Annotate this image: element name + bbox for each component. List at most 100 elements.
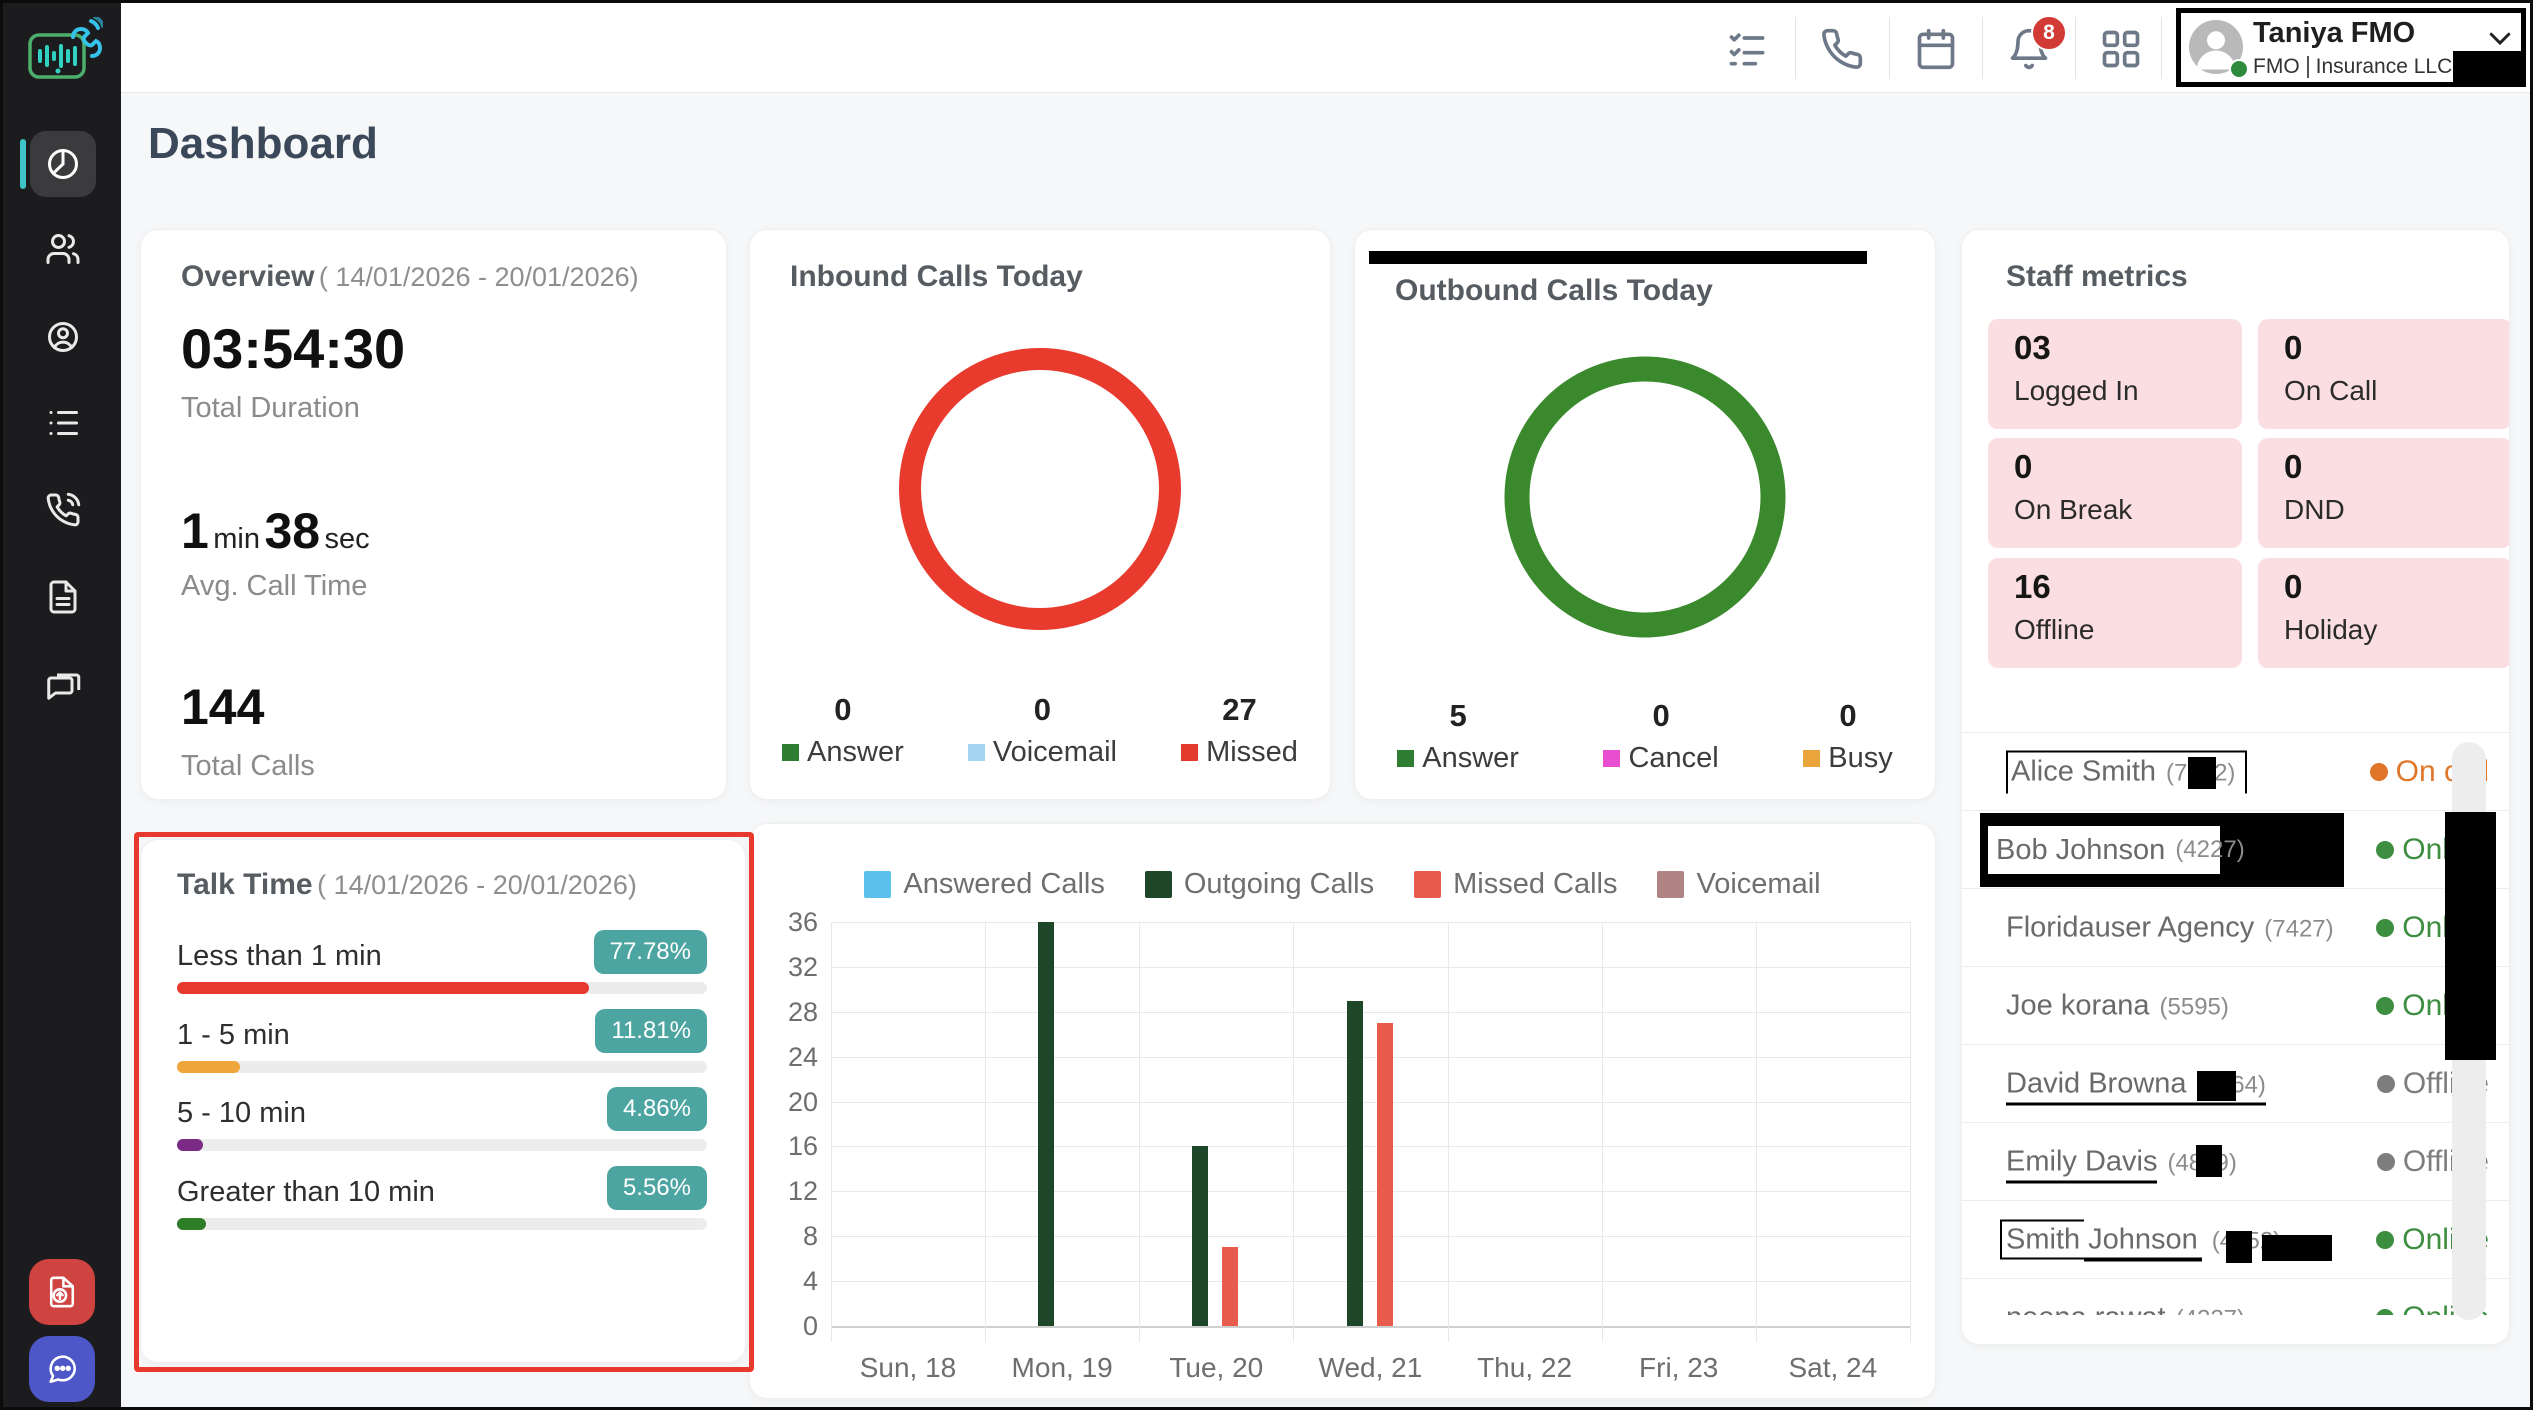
total-duration-label: Total Duration (181, 392, 360, 425)
grid-line (831, 1236, 1910, 1237)
grid-line (1910, 922, 1911, 1342)
grid-line (831, 1281, 1910, 1282)
phone-call-icon (45, 492, 81, 528)
staff-row-david[interactable]: David Browna(4064) Offline (1962, 1044, 2510, 1122)
app-window: 8 Taniya FMO FMO Insurance LLC (0, 0, 2533, 1410)
talk-time-title-row: Talk Time ( 14/01/2026 - 20/01/2026) (177, 868, 637, 902)
sidebar-item-reports[interactable] (45, 579, 81, 615)
status-dot (2376, 1231, 2394, 1249)
sidebar-item-agents[interactable] (45, 319, 81, 355)
chart-bar (1347, 1001, 1363, 1326)
metric-tile-offline: 16 Offline (1988, 558, 2242, 668)
y-axis-tick: 32 (766, 952, 818, 983)
x-axis-tick: Sat, 24 (1756, 1352, 1910, 1384)
legend-item: Missed Calls (1414, 868, 1617, 901)
calls-bar-chart-card: Answered Calls Outgoing Calls Missed Cal… (749, 823, 1936, 1399)
list-icon (45, 405, 81, 441)
progress-fill (177, 1218, 206, 1230)
header-divider (1889, 17, 1890, 79)
grid-line (1602, 922, 1603, 1342)
legend-value: 0 (968, 692, 1117, 728)
metric-tile-dnd: 0 DND (2258, 438, 2510, 548)
tasks-button[interactable] (1726, 27, 1770, 71)
status-dot (2377, 1153, 2395, 1171)
users-icon (45, 231, 81, 267)
staff-row-joe[interactable]: Joe korana(5595) Online (1962, 966, 2510, 1044)
staff-ext: (4227) (2176, 1305, 2245, 1315)
tile-value: 0 (2014, 448, 2032, 486)
progress-track (177, 1218, 707, 1230)
legend-label: Answered Calls (903, 868, 1104, 901)
outbound-donut-chart (1490, 342, 1800, 652)
metric-tile-on-call: 0 On Call (2258, 319, 2510, 429)
legend-label: Voicemail (1696, 868, 1820, 901)
staff-row-neena[interactable]: neena rawat(4227) Online (1962, 1278, 2510, 1315)
legend-value: 0 (782, 692, 904, 728)
total-calls-label: Total Calls (181, 750, 315, 783)
legend-item: 27 Missed (1181, 692, 1298, 769)
y-axis-tick: 28 (766, 997, 818, 1028)
user-profile-menu[interactable]: Taniya FMO FMO Insurance LLC (2176, 8, 2526, 87)
staff-name: Johnson (2084, 1221, 2202, 1261)
sidebar-item-calls[interactable] (45, 492, 81, 528)
grid-line (831, 922, 832, 1342)
redaction-block (2197, 1071, 2236, 1101)
chevron-down-icon[interactable] (2485, 23, 2515, 53)
grid-line (985, 922, 986, 1342)
busy-swatch (1803, 750, 1820, 767)
staff-row-floridauser[interactable]: Floridauser Agency(7427) Online (1962, 888, 2510, 966)
staff-name: David Browna (2006, 1067, 2187, 1099)
grid-line (831, 922, 1910, 923)
y-axis-tick: 36 (766, 907, 818, 938)
checklist-icon (1726, 27, 1770, 71)
overview-title-row: Overview ( 14/01/2026 - 20/01/2026) (181, 260, 639, 294)
document-icon (45, 579, 81, 615)
avg-min-unit: min (213, 523, 260, 555)
legend-label: Cancel (1628, 742, 1718, 775)
notifications-button[interactable]: 8 (2007, 27, 2051, 71)
support-chat-button[interactable] (29, 1336, 95, 1402)
grid-line (831, 1102, 1910, 1103)
phone-icon (1820, 27, 1864, 71)
apps-button[interactable] (2099, 27, 2143, 71)
staff-row-smith[interactable]: SmithJohnson(4152) Online (1962, 1200, 2510, 1278)
voicemail-swatch (1657, 871, 1684, 898)
user-circle-icon (45, 319, 81, 355)
tile-value: 0 (2284, 329, 2302, 367)
staff-name: neena rawat (2006, 1301, 2166, 1315)
status-dot (2376, 997, 2394, 1015)
legend-item: Voicemail (1657, 868, 1820, 901)
legend-value: 5 (1397, 698, 1519, 734)
tile-label: On Call (2284, 375, 2377, 407)
x-axis-tick: Mon, 19 (985, 1352, 1139, 1384)
outbound-title: Outbound Calls Today (1395, 274, 1713, 308)
talk-time-badge: 4.86% (607, 1087, 707, 1131)
grid-line (1139, 922, 1140, 1342)
sidebar-item-lists[interactable] (45, 405, 81, 441)
legend-label: Busy (1828, 742, 1892, 775)
talk-time-badge: 77.78% (594, 930, 707, 974)
page-title: Dashboard (148, 119, 378, 169)
talk-time-row: 1 - 5 min 11.81% (177, 1019, 707, 1052)
staff-name: Floridauser Agency (2006, 911, 2254, 943)
sidebar-item-chat[interactable] (45, 666, 81, 702)
legend-value: 0 (1603, 698, 1718, 734)
legend-item: 0 Busy (1803, 698, 1892, 775)
staff-row-emily[interactable]: Emily Davis(4859) Offline (1962, 1122, 2510, 1200)
dialer-button[interactable] (1820, 27, 1864, 71)
staff-name: Alice Smith (2011, 755, 2156, 787)
legend-value: 0 (1803, 698, 1892, 734)
staff-row-alice[interactable]: Alice Smith(7262) On call (1962, 732, 2510, 810)
staff-name: Smith (2000, 1219, 2084, 1259)
sidebar-item-teams[interactable] (45, 231, 81, 267)
dashboard-pie-icon[interactable] (45, 146, 81, 182)
grid-line (1448, 922, 1449, 1342)
y-axis-tick: 16 (766, 1131, 818, 1162)
chat-icon (45, 666, 81, 702)
talk-time-row: 5 - 10 min 4.86% (177, 1097, 707, 1130)
grid-line (831, 1191, 1910, 1192)
upload-report-button[interactable] (29, 1259, 95, 1325)
subtitle-divider (2307, 56, 2309, 78)
staff-row-bob[interactable]: Bob Johnson(4227) Online (1962, 810, 2510, 888)
calendar-button[interactable] (1914, 27, 1958, 71)
